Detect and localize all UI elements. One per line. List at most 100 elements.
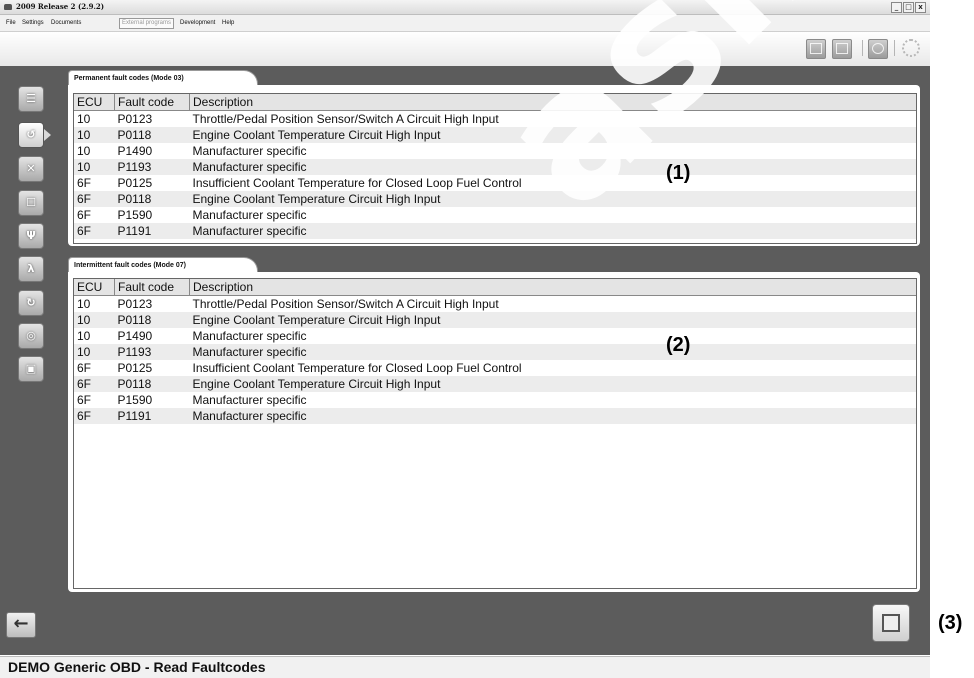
mil-off-icon: ✕ xyxy=(26,162,36,175)
card-button[interactable] xyxy=(806,39,826,59)
menu-external-programs: External programs xyxy=(119,18,175,29)
freeze-frame-icon: ☐ xyxy=(26,196,36,209)
app-window: 2009 Release 2 (2.9.2) _ □ x File Settin… xyxy=(0,0,930,678)
fault-code-cell: P1490 xyxy=(117,329,153,343)
column-header-fault-code[interactable]: Fault code xyxy=(114,279,190,296)
sidebar-button-fault-codes[interactable]: ↺ xyxy=(18,122,51,148)
description-cell: Manufacturer specific xyxy=(192,393,307,407)
status-bar: DEMO Generic OBD - Read Faultcodes xyxy=(0,656,930,678)
sidebar-button-monitor[interactable]: ◎ xyxy=(18,323,44,349)
fault-code-cell: P0118 xyxy=(114,127,190,143)
tab-permanent-fault-codes: Permanent fault codes (Mode 03) xyxy=(68,70,258,85)
column-header-ecu[interactable]: ECU xyxy=(74,279,115,296)
table-row[interactable]: 6F P1191 Manufacturer specific xyxy=(74,408,916,424)
table-row[interactable]: 6F P0118 Engine Coolant Temperature Circui… xyxy=(74,191,916,207)
fault-code-cell: P1191 xyxy=(114,408,190,424)
card-icon xyxy=(810,43,822,54)
sidebar-button-lambda[interactable]: λ xyxy=(18,256,44,282)
ecu-cell: 10 xyxy=(74,344,115,360)
column-header-description[interactable]: Description xyxy=(189,94,916,111)
refresh-icon: ↻ xyxy=(26,296,36,309)
fault-code-cell: P1590 xyxy=(117,208,153,222)
sidebar-button-mil-off[interactable]: ✕ xyxy=(18,156,44,182)
table-row[interactable]: 10 P1490 Manufacturer specific xyxy=(74,143,916,159)
menu-help[interactable]: Help xyxy=(222,15,234,31)
intermittent-fault-table[interactable]: ECU Fault code Description 10 P0123 Thrott… xyxy=(73,278,917,589)
table-row[interactable]: 10 P0123 Throttle/Pedal Position Sensor/Sw… xyxy=(74,296,916,313)
menu-documents[interactable]: Documents xyxy=(51,15,81,31)
sidebar-button-freeze-frame[interactable]: ☐ xyxy=(18,190,44,216)
sidebar-button-refresh[interactable]: ↻ xyxy=(18,290,44,316)
close-button[interactable]: x xyxy=(915,2,926,13)
ecu-cell: 10 xyxy=(77,329,91,343)
ecu-cell: 6F xyxy=(74,376,115,392)
column-header-fault-code[interactable]: Fault code xyxy=(114,94,190,111)
ecu-cell: 10 xyxy=(77,297,91,311)
ecu-cell: 6F xyxy=(74,191,115,207)
menu-development[interactable]: Development xyxy=(180,15,215,31)
table-row[interactable]: 10 P1490 Manufacturer specific xyxy=(74,328,916,344)
fault-code-cell: P1191 xyxy=(114,223,190,239)
gauge-icon xyxy=(872,43,884,54)
title-bar: 2009 Release 2 (2.9.2) _ □ x xyxy=(0,0,930,15)
description-cell: Engine Coolant Temperature Circuit High … xyxy=(189,191,916,207)
table-row[interactable]: 10 P0118 Engine Coolant Temperature Circui… xyxy=(74,127,916,143)
back-button[interactable]: ← xyxy=(6,612,36,638)
permanent-table-body: 10 P0123 Throttle/Pedal Position Sensor/Sw… xyxy=(74,111,916,239)
ecu-cell: 10 xyxy=(77,144,91,158)
fault-code-cell: P0118 xyxy=(114,312,190,328)
table-row[interactable]: 6F P0125 Insufficient Coolant Temperature … xyxy=(74,175,916,191)
device-button[interactable] xyxy=(832,39,852,59)
window-controls: _ □ x xyxy=(891,2,926,13)
fault-code-cell: P0118 xyxy=(114,376,190,392)
ecu-cell: 6F xyxy=(77,393,92,407)
gauge-button[interactable] xyxy=(868,39,888,59)
description-cell: Engine Coolant Temperature Circuit High … xyxy=(189,127,916,143)
callout-label-3: (3) xyxy=(938,612,963,634)
fault-code-cell: P1590 xyxy=(117,393,153,407)
table-row[interactable]: 10 P1193 Manufacturer specific xyxy=(74,159,916,175)
description-cell: Insufficient Coolant Temperature for Clo… xyxy=(192,176,522,190)
minimize-button[interactable]: _ xyxy=(891,2,902,13)
sidebar-button-battery-voltage[interactable]: ☰ xyxy=(18,86,44,112)
sidebar-button-sensor[interactable]: Ψ xyxy=(18,223,44,249)
permanent-fault-table[interactable]: ECU Fault code Description 10 P0123 Thrott… xyxy=(73,93,917,244)
table-row[interactable]: 10 P1193 Manufacturer specific xyxy=(74,344,916,360)
table-row[interactable]: 6F P1590 Manufacturer specific xyxy=(74,207,916,223)
save-report-button[interactable] xyxy=(872,604,910,642)
fault-code-cell: P0123 xyxy=(117,112,153,126)
description-cell: Manufacturer specific xyxy=(189,159,916,175)
table-row[interactable]: 6F P1191 Manufacturer specific xyxy=(74,223,916,239)
sensor-icon: Ψ xyxy=(26,229,36,242)
ecu-cell: 6F xyxy=(77,176,92,190)
table-row[interactable]: 6F P0118 Engine Coolant Temperature Circui… xyxy=(74,376,916,392)
table-row[interactable]: 6F P1590 Manufacturer specific xyxy=(74,392,916,408)
column-header-ecu[interactable]: ECU xyxy=(74,94,115,111)
device-icon xyxy=(836,43,848,54)
monitor-icon: ◎ xyxy=(26,329,36,342)
description-cell: Manufacturer specific xyxy=(189,223,916,239)
description-cell: Throttle/Pedal Position Sensor/Switch A … xyxy=(192,112,499,126)
column-header-description[interactable]: Description xyxy=(189,279,916,296)
menu-settings[interactable]: Settings xyxy=(22,15,44,31)
status-text: DEMO Generic OBD - Read Faultcodes xyxy=(8,659,266,675)
ecu-cell: 10 xyxy=(74,312,115,328)
toolbar xyxy=(0,32,930,66)
fault-codes-icon: ↺ xyxy=(26,128,36,141)
sidebar-button-vehicle-info[interactable]: ▣ xyxy=(18,356,44,382)
table-row[interactable]: 10 P0118 Engine Coolant Temperature Circui… xyxy=(74,312,916,328)
ecu-cell: 10 xyxy=(74,159,115,175)
fault-code-cell: P0125 xyxy=(117,176,153,190)
table-row[interactable]: 6F P0125 Insufficient Coolant Temperature … xyxy=(74,360,916,376)
description-cell: Manufacturer specific xyxy=(192,144,307,158)
maximize-button[interactable]: □ xyxy=(903,2,914,13)
fault-code-cell: P1193 xyxy=(114,344,190,360)
tab-intermittent-fault-codes: Intermittent fault codes (Mode 07) xyxy=(68,257,258,272)
table-row[interactable]: 10 P0123 Throttle/Pedal Position Sensor/Sw… xyxy=(74,111,916,128)
toolbar-separator xyxy=(862,40,863,56)
fault-code-cell: P1490 xyxy=(117,144,153,158)
arrow-left-icon: ← xyxy=(13,613,29,634)
callout-label-1: (1) xyxy=(666,162,691,184)
main-content: ☰ ↺ ✕ ☐ Ψλ ↻ ◎ ▣ Permanent fault codes (Mode 03… xyxy=(0,66,930,655)
menu-file[interactable]: File xyxy=(6,15,16,31)
